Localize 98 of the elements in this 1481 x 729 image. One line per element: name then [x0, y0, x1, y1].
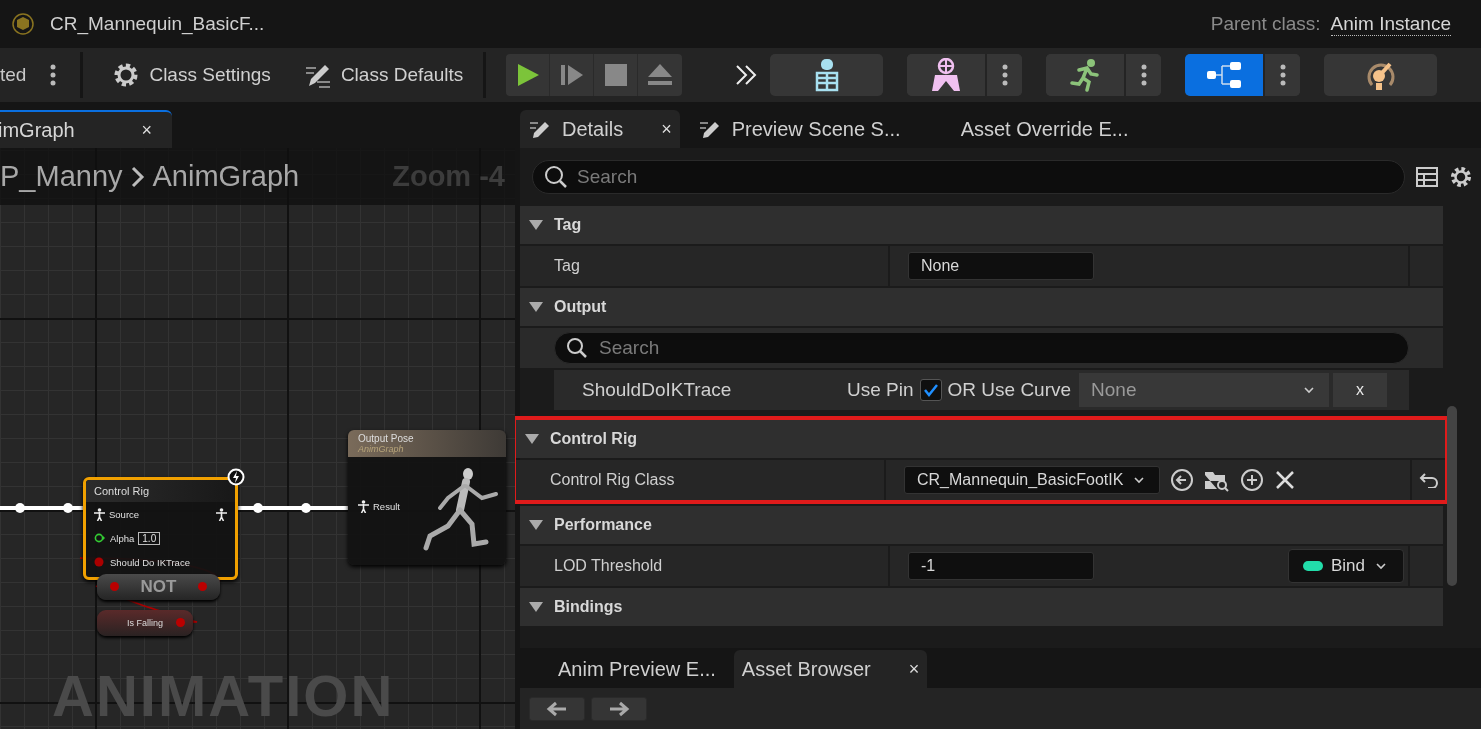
scrollbar-thumb[interactable] [1446, 406, 1457, 586]
search-field[interactable]: Search [554, 332, 1409, 364]
eject-icon [646, 63, 675, 87]
section-header[interactable]: Control Rig [516, 420, 1445, 458]
kebab-icon [1279, 64, 1286, 86]
float-pin-icon[interactable] [94, 533, 106, 543]
section-header[interactable]: Performance [520, 506, 1443, 544]
arrow-right-icon [608, 701, 630, 717]
control-rig-node[interactable]: Control Rig Source Alpha 1.0 Should Do IKTrace [83, 477, 238, 580]
panel-tab[interactable]: Preview Scene S... [689, 110, 909, 148]
add-button[interactable] [1240, 468, 1265, 492]
search-field[interactable]: Search [532, 160, 1405, 194]
property-label: Tag [554, 257, 580, 275]
expand-triangle-icon[interactable] [528, 219, 544, 231]
section-header[interactable]: Bindings [520, 588, 1443, 626]
mannequin-icon [930, 58, 963, 92]
mode-options-button[interactable] [1124, 54, 1162, 96]
checkbox-label: Use Pin [847, 379, 914, 401]
pin-value-field[interactable]: 1.0 [138, 531, 161, 545]
close-icon [1274, 469, 1297, 491]
back-button[interactable] [529, 697, 585, 721]
node-subtitle: AnimGraph [358, 444, 405, 454]
settings-button[interactable] [1449, 165, 1473, 189]
pose-pin-icon[interactable] [216, 507, 227, 521]
property-label: ShouldDoIKTrace [582, 379, 733, 401]
panel-tab[interactable]: Asset Override E... [918, 110, 1137, 148]
undo-arrow-icon [1418, 472, 1439, 488]
mode-options-button[interactable] [1263, 54, 1301, 96]
table-icon [1415, 166, 1439, 188]
node-title: Output Pose [358, 433, 415, 444]
field-label: OR Use Curve [947, 379, 1072, 401]
pin-label: Alpha [110, 532, 135, 544]
search-icon [566, 337, 588, 359]
settings-icon [1449, 165, 1473, 189]
pose-pin-icon[interactable] [358, 500, 369, 513]
plus-circle-icon [1240, 468, 1265, 492]
use-selected-button[interactable] [1170, 468, 1195, 492]
pin-label: Should Do IKTrace [110, 556, 190, 568]
property-label: LOD Threshold [554, 557, 663, 575]
reset-button[interactable] [1418, 472, 1439, 488]
panel-tab[interactable]: Asset Browser × [733, 650, 928, 688]
checkbox[interactable] [919, 379, 942, 401]
node-graph-icon [1206, 60, 1243, 90]
graph-tab[interactable]: imGraph × [0, 110, 172, 148]
expand-triangle-icon[interactable] [528, 301, 544, 313]
expand-triangle-icon[interactable] [528, 519, 544, 531]
step-icon [558, 62, 585, 88]
asset-dropdown[interactable]: CR_Mannequin_BasicFootIK [904, 466, 1161, 494]
stop-icon [603, 63, 628, 87]
asset-cube-icon [12, 13, 34, 35]
number-field[interactable]: -1 [908, 552, 1094, 580]
property-label: Control Rig Class [550, 471, 675, 489]
binding-icon [1303, 561, 1323, 571]
node-title: Control Rig [86, 480, 235, 502]
graph-type-label: ANIMATION [52, 666, 395, 726]
running-figure-icon [1069, 58, 1102, 92]
toolbar-button[interactable]: Class Settings [103, 54, 279, 96]
is-falling-node[interactable]: Is Falling [97, 610, 193, 636]
bool-pin-icon[interactable] [94, 557, 106, 567]
close-icon[interactable]: × [908, 658, 920, 680]
mode-options-button[interactable] [985, 54, 1023, 96]
window-title: CR_Mannequin_BasicF... [50, 13, 265, 35]
compile-status: ted [0, 64, 27, 86]
pin-label: Result [373, 501, 400, 512]
close-icon[interactable]: × [661, 118, 672, 140]
parent-class-link[interactable]: Anim Instance [1330, 12, 1451, 36]
parent-class-label: Parent class: [1210, 13, 1321, 35]
output-pose-node[interactable]: Output Pose AnimGraph Result [348, 430, 506, 565]
arrow-left-icon [546, 701, 568, 717]
panel-tab[interactable]: Details × [520, 110, 680, 148]
curve-dropdown[interactable]: None [1079, 373, 1330, 407]
expand-triangle-icon[interactable] [524, 433, 540, 445]
close-icon[interactable]: × [141, 119, 152, 141]
section-header[interactable]: Output [520, 288, 1443, 326]
breadcrumb-item[interactable]: P_Manny [0, 160, 123, 193]
clear-button[interactable] [1274, 469, 1297, 491]
expand-triangle-icon[interactable] [528, 601, 544, 613]
more-tools-button[interactable] [734, 63, 759, 87]
checkmark-icon [922, 383, 939, 397]
text-field[interactable]: None [908, 252, 1094, 280]
pose-pin-icon[interactable] [94, 507, 105, 521]
mode-button[interactable] [1185, 54, 1264, 96]
clear-button[interactable]: x [1333, 373, 1388, 407]
pin-label: Source [109, 508, 140, 520]
toolbar-button[interactable]: Class Defaults [294, 54, 472, 96]
lightning-icon [227, 468, 245, 486]
section-header[interactable]: Tag [520, 206, 1443, 244]
forward-button[interactable] [591, 697, 647, 721]
table-view-button[interactable] [1415, 166, 1439, 188]
kebab-icon [50, 64, 57, 86]
arrow-left-circle-icon [1170, 468, 1195, 492]
breadcrumb-item[interactable]: AnimGraph [152, 160, 300, 193]
kebab-icon [1001, 64, 1008, 86]
panel-tab[interactable]: Anim Preview E... [550, 650, 724, 688]
kebab-icon [1140, 64, 1147, 86]
bind-dropdown[interactable]: Bind [1288, 549, 1404, 583]
double-chevron-right-icon [734, 63, 759, 87]
search-icon [544, 165, 568, 189]
